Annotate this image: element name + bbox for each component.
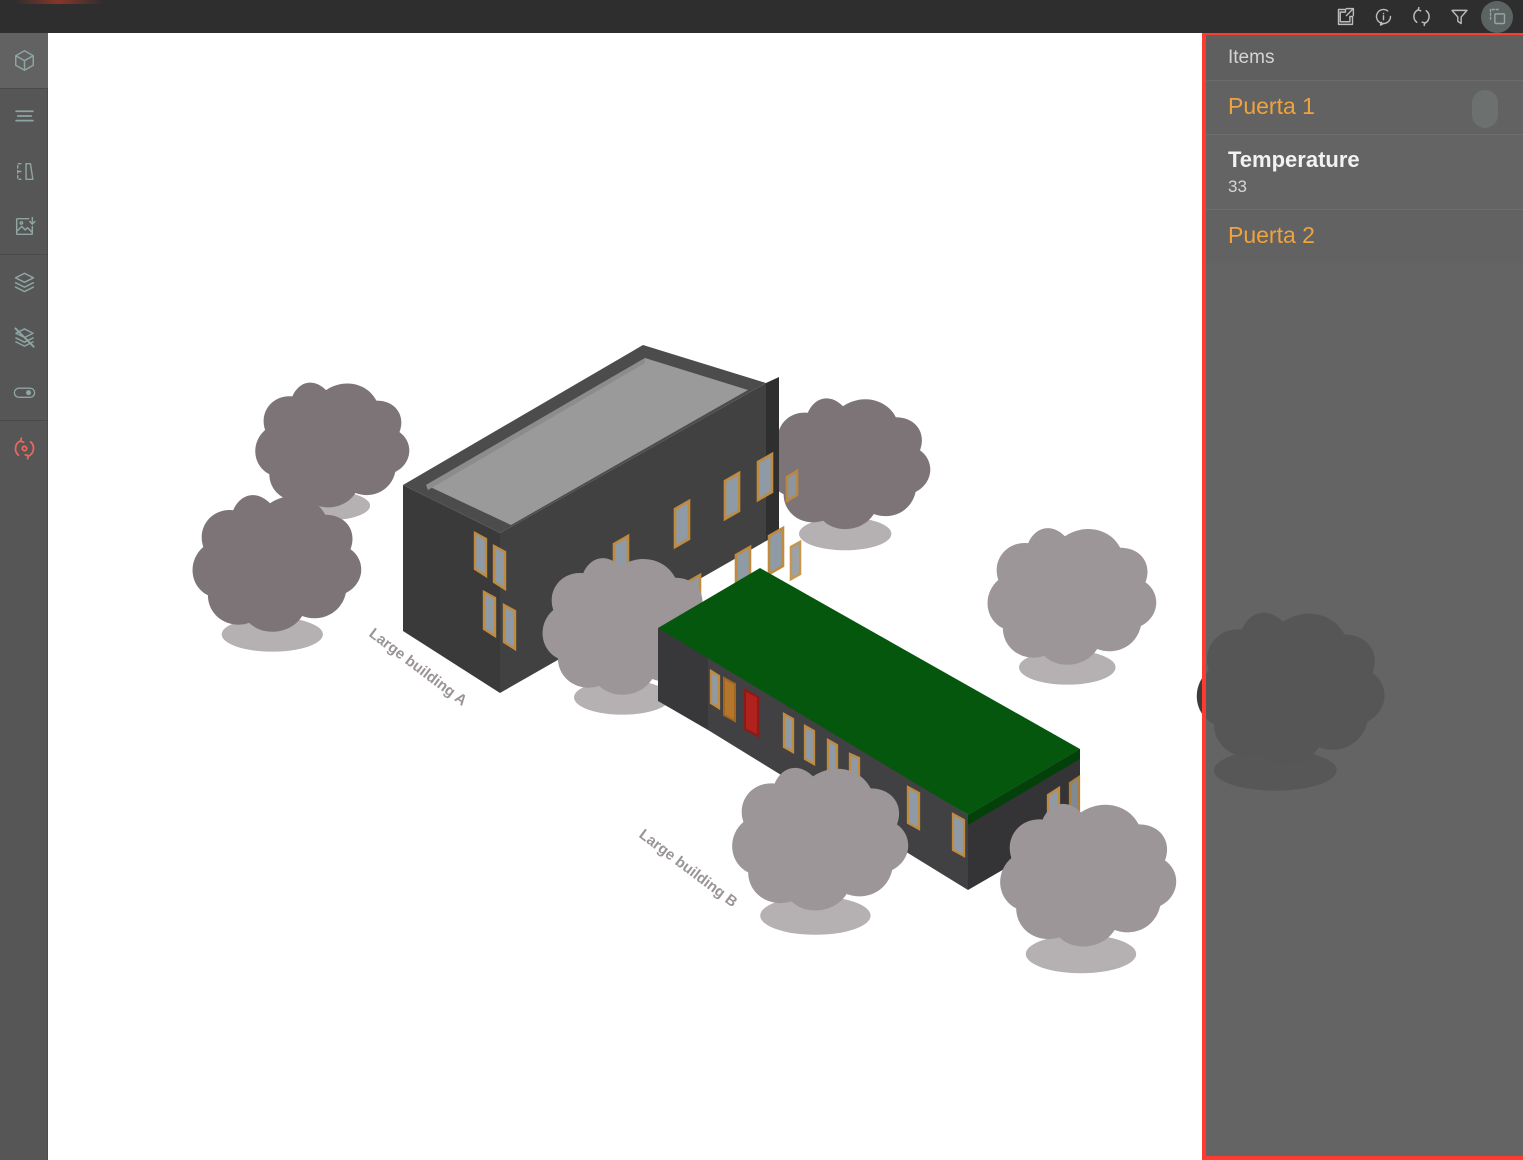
- sidebar-item-toggle[interactable]: [0, 365, 48, 420]
- cube-icon: [12, 48, 37, 73]
- left-sidebar: [0, 33, 48, 1160]
- reset-rotate-icon: [12, 436, 37, 461]
- item-temperature-title: Temperature: [1228, 147, 1360, 173]
- filter-icon[interactable]: [1443, 1, 1475, 33]
- top-toolbar: [0, 0, 1523, 33]
- item-temperature[interactable]: Temperature 33: [1206, 135, 1523, 210]
- list-lines-icon: [12, 104, 37, 129]
- refresh-icon[interactable]: [1405, 1, 1437, 33]
- top-left-accent-strip: [14, 0, 104, 4]
- toggle-icon: [11, 379, 38, 406]
- item-puerta-2[interactable]: Puerta 2: [1206, 209, 1523, 263]
- export-view-icon[interactable]: [1329, 1, 1361, 33]
- layers-icon: [12, 270, 37, 295]
- item-puerta-1-title: Puerta 1: [1228, 93, 1315, 119]
- items-panel: Items Puerta 1 Temperature 33 Puerta 2: [1202, 31, 1523, 1160]
- image-download-icon: [12, 214, 37, 239]
- sidebar-item-export-image[interactable]: [0, 199, 48, 254]
- measure-icon: [12, 159, 37, 184]
- info-icon[interactable]: [1367, 1, 1399, 33]
- app-root: Large building A Large building B Items …: [0, 0, 1523, 1160]
- items-panel-icon[interactable]: [1481, 0, 1513, 33]
- sidebar-item-model[interactable]: [0, 33, 48, 88]
- sidebar-item-layers[interactable]: [0, 255, 48, 310]
- item-puerta-1[interactable]: Puerta 1: [1206, 81, 1523, 136]
- sidebar-item-layers-off[interactable]: [0, 310, 48, 365]
- items-panel-header: Items: [1206, 35, 1523, 81]
- sidebar-item-reset-view[interactable]: [0, 421, 48, 476]
- item-puerta-2-title: Puerta 2: [1228, 221, 1315, 248]
- sidebar-item-measure[interactable]: [0, 144, 48, 199]
- item-temperature-value: 33: [1228, 176, 1247, 196]
- layers-off-icon: [12, 325, 37, 350]
- sidebar-item-list[interactable]: [0, 89, 48, 144]
- item-puerta-1-action-pill[interactable]: [1472, 90, 1498, 128]
